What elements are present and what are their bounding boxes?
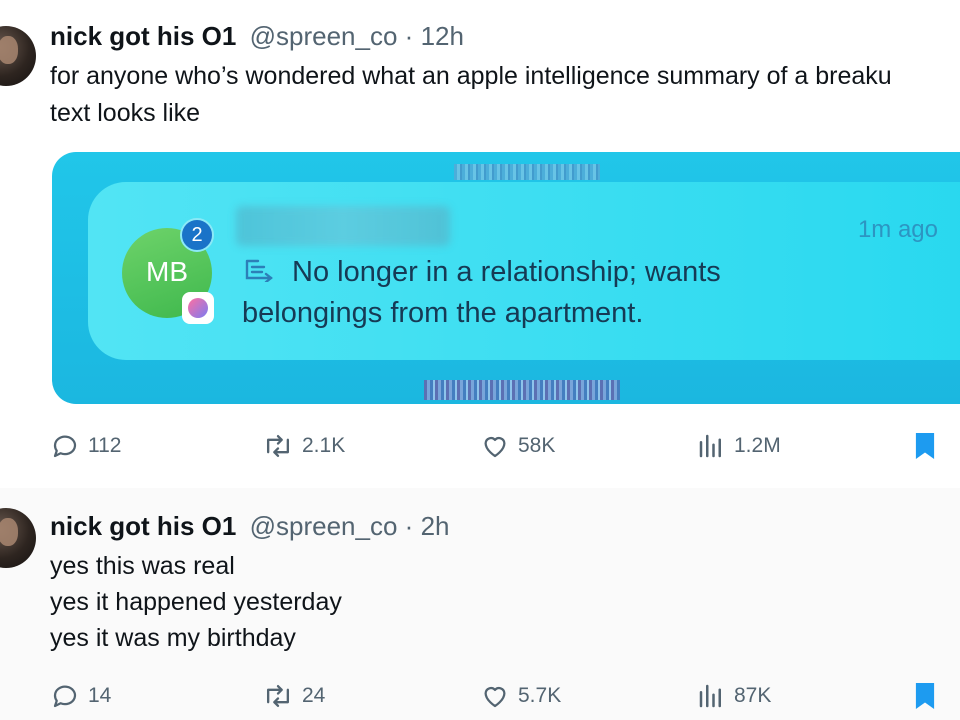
notification-time: 1m ago: [857, 216, 938, 243]
tweet-text: for anyone who’s wondered what an apple …: [50, 62, 892, 127]
heart-icon: [484, 687, 506, 708]
separator: ·: [404, 21, 414, 51]
tweet-actions: 112 2.1K 58K 1.2M: [0, 426, 960, 466]
messaging-app-icon: [182, 292, 214, 324]
reply-icon: [53, 685, 77, 708]
views-button[interactable]: 87K: [696, 676, 771, 716]
like-button[interactable]: 5.7K: [480, 676, 561, 716]
timestamp[interactable]: 12h: [421, 21, 464, 51]
like-count: 58K: [518, 434, 556, 457]
tweet-header: nick got his O1 @spreen_co · 2h: [50, 510, 449, 542]
blurred-status-bar: [454, 164, 600, 180]
views-icon: [699, 684, 721, 708]
views-button[interactable]: 1.2M: [696, 426, 781, 466]
timestamp[interactable]: 2h: [421, 511, 450, 541]
tweet-actions: 14 24 5.7K 87K: [0, 676, 960, 716]
user-name[interactable]: nick got his O1: [50, 511, 236, 541]
like-count: 5.7K: [518, 684, 562, 707]
user-name[interactable]: nick got his O1: [50, 21, 236, 51]
reply-button[interactable]: 112: [50, 426, 121, 466]
view-count: 1.2M: [734, 434, 781, 457]
repost-icon: [266, 434, 290, 458]
notification-card: MB 2 1m ago No longer in a relationship;…: [88, 182, 960, 360]
bookmark-icon: [915, 433, 935, 459]
repost-icon: [266, 684, 290, 708]
bookmark-button[interactable]: [912, 676, 938, 716]
repost-button[interactable]: 24: [262, 676, 325, 716]
user-avatar[interactable]: [0, 508, 36, 568]
tweet-header: nick got his O1 @spreen_co · 12h: [50, 20, 464, 52]
blurred-home-indicator: [424, 380, 620, 400]
repost-button[interactable]: 2.1K: [262, 426, 345, 466]
separator: ·: [404, 511, 414, 541]
bookmark-icon: [915, 683, 935, 709]
tweet[interactable]: nick got his O1 @spreen_co · 2h yes this…: [0, 488, 960, 720]
user-handle[interactable]: @spreen_co: [250, 21, 398, 51]
tweet-media[interactable]: MB 2 1m ago No longer in a relationship;…: [52, 152, 960, 404]
like-button[interactable]: 58K: [480, 426, 555, 466]
notification-count-badge: 2: [180, 218, 214, 252]
blurred-sender-name: [236, 206, 450, 246]
view-count: 87K: [734, 684, 772, 707]
reply-icon: [53, 435, 77, 458]
notification-summary: No longer in a relationship; wants belon…: [242, 256, 721, 329]
tweet[interactable]: nick got his O1 @spreen_co · 12h for any…: [0, 0, 960, 488]
reply-button[interactable]: 14: [50, 676, 111, 716]
bookmark-button[interactable]: [912, 426, 938, 466]
repost-count: 2.1K: [302, 434, 346, 457]
reply-count: 14: [88, 684, 112, 707]
views-icon: [699, 434, 721, 458]
heart-icon: [484, 437, 506, 458]
repost-count: 24: [302, 684, 326, 707]
reply-count: 112: [88, 434, 122, 457]
user-avatar[interactable]: [0, 26, 36, 86]
user-handle[interactable]: @spreen_co: [250, 511, 398, 541]
tweet-text: yes this was real yes it happened yester…: [50, 552, 342, 652]
contact-initials: MB: [146, 256, 188, 287]
